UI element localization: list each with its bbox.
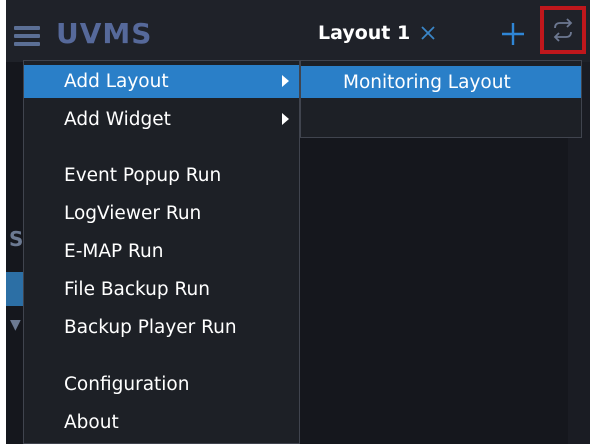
menu-item-label: Event Popup Run xyxy=(64,165,222,186)
app-title: UVMS xyxy=(56,17,153,50)
close-icon[interactable] xyxy=(420,25,436,41)
menu-item-configuration[interactable]: Configuration xyxy=(24,368,299,401)
uvms-app-window: UVMS Layout 1 S ▼ Add Layout Add Widget … xyxy=(6,0,590,444)
hamburger-menu-icon[interactable] xyxy=(14,26,40,46)
title-bar: UVMS Layout 1 xyxy=(6,0,590,62)
menu-item-label: Add Layout xyxy=(64,71,169,92)
plus-icon[interactable] xyxy=(501,22,525,46)
refresh-icon xyxy=(553,18,573,42)
menu-item-file-backup-run[interactable]: File Backup Run xyxy=(24,273,299,306)
menu-item-add-layout[interactable]: Add Layout xyxy=(24,65,299,98)
menu-item-logviewer-run[interactable]: LogViewer Run xyxy=(24,197,299,230)
tab-label: Layout 1 xyxy=(318,22,411,44)
submenu-item-label: Monitoring Layout xyxy=(343,71,511,93)
menu-item-label: About xyxy=(64,412,119,433)
submenu-arrow-icon xyxy=(282,75,289,87)
tab-layout-1[interactable]: Layout 1 xyxy=(318,22,436,44)
main-menu: Add Layout Add Widget Event Popup Run Lo… xyxy=(23,60,300,444)
side-panel-fragment: S xyxy=(9,227,24,251)
menu-item-emap-run[interactable]: E-MAP Run xyxy=(24,235,299,268)
menu-item-label: LogViewer Run xyxy=(64,203,202,224)
submenu-item-monitoring-layout[interactable]: Monitoring Layout xyxy=(301,66,581,98)
menu-item-about[interactable]: About xyxy=(24,406,299,439)
menu-item-label: Configuration xyxy=(64,374,190,395)
menu-item-label: File Backup Run xyxy=(64,279,211,300)
menu-item-backup-player-run[interactable]: Backup Player Run xyxy=(24,311,299,344)
menu-item-label: Backup Player Run xyxy=(64,317,237,338)
submenu-arrow-icon xyxy=(282,113,289,125)
menu-item-add-widget[interactable]: Add Widget xyxy=(24,103,299,136)
menu-item-event-popup-run[interactable]: Event Popup Run xyxy=(24,159,299,192)
menu-item-label: E-MAP Run xyxy=(64,241,164,262)
refresh-button[interactable] xyxy=(540,6,586,54)
side-panel-chevron-icon: ▼ xyxy=(10,317,21,333)
menu-item-label: Add Widget xyxy=(64,109,171,130)
add-layout-submenu: Monitoring Layout xyxy=(300,60,582,138)
